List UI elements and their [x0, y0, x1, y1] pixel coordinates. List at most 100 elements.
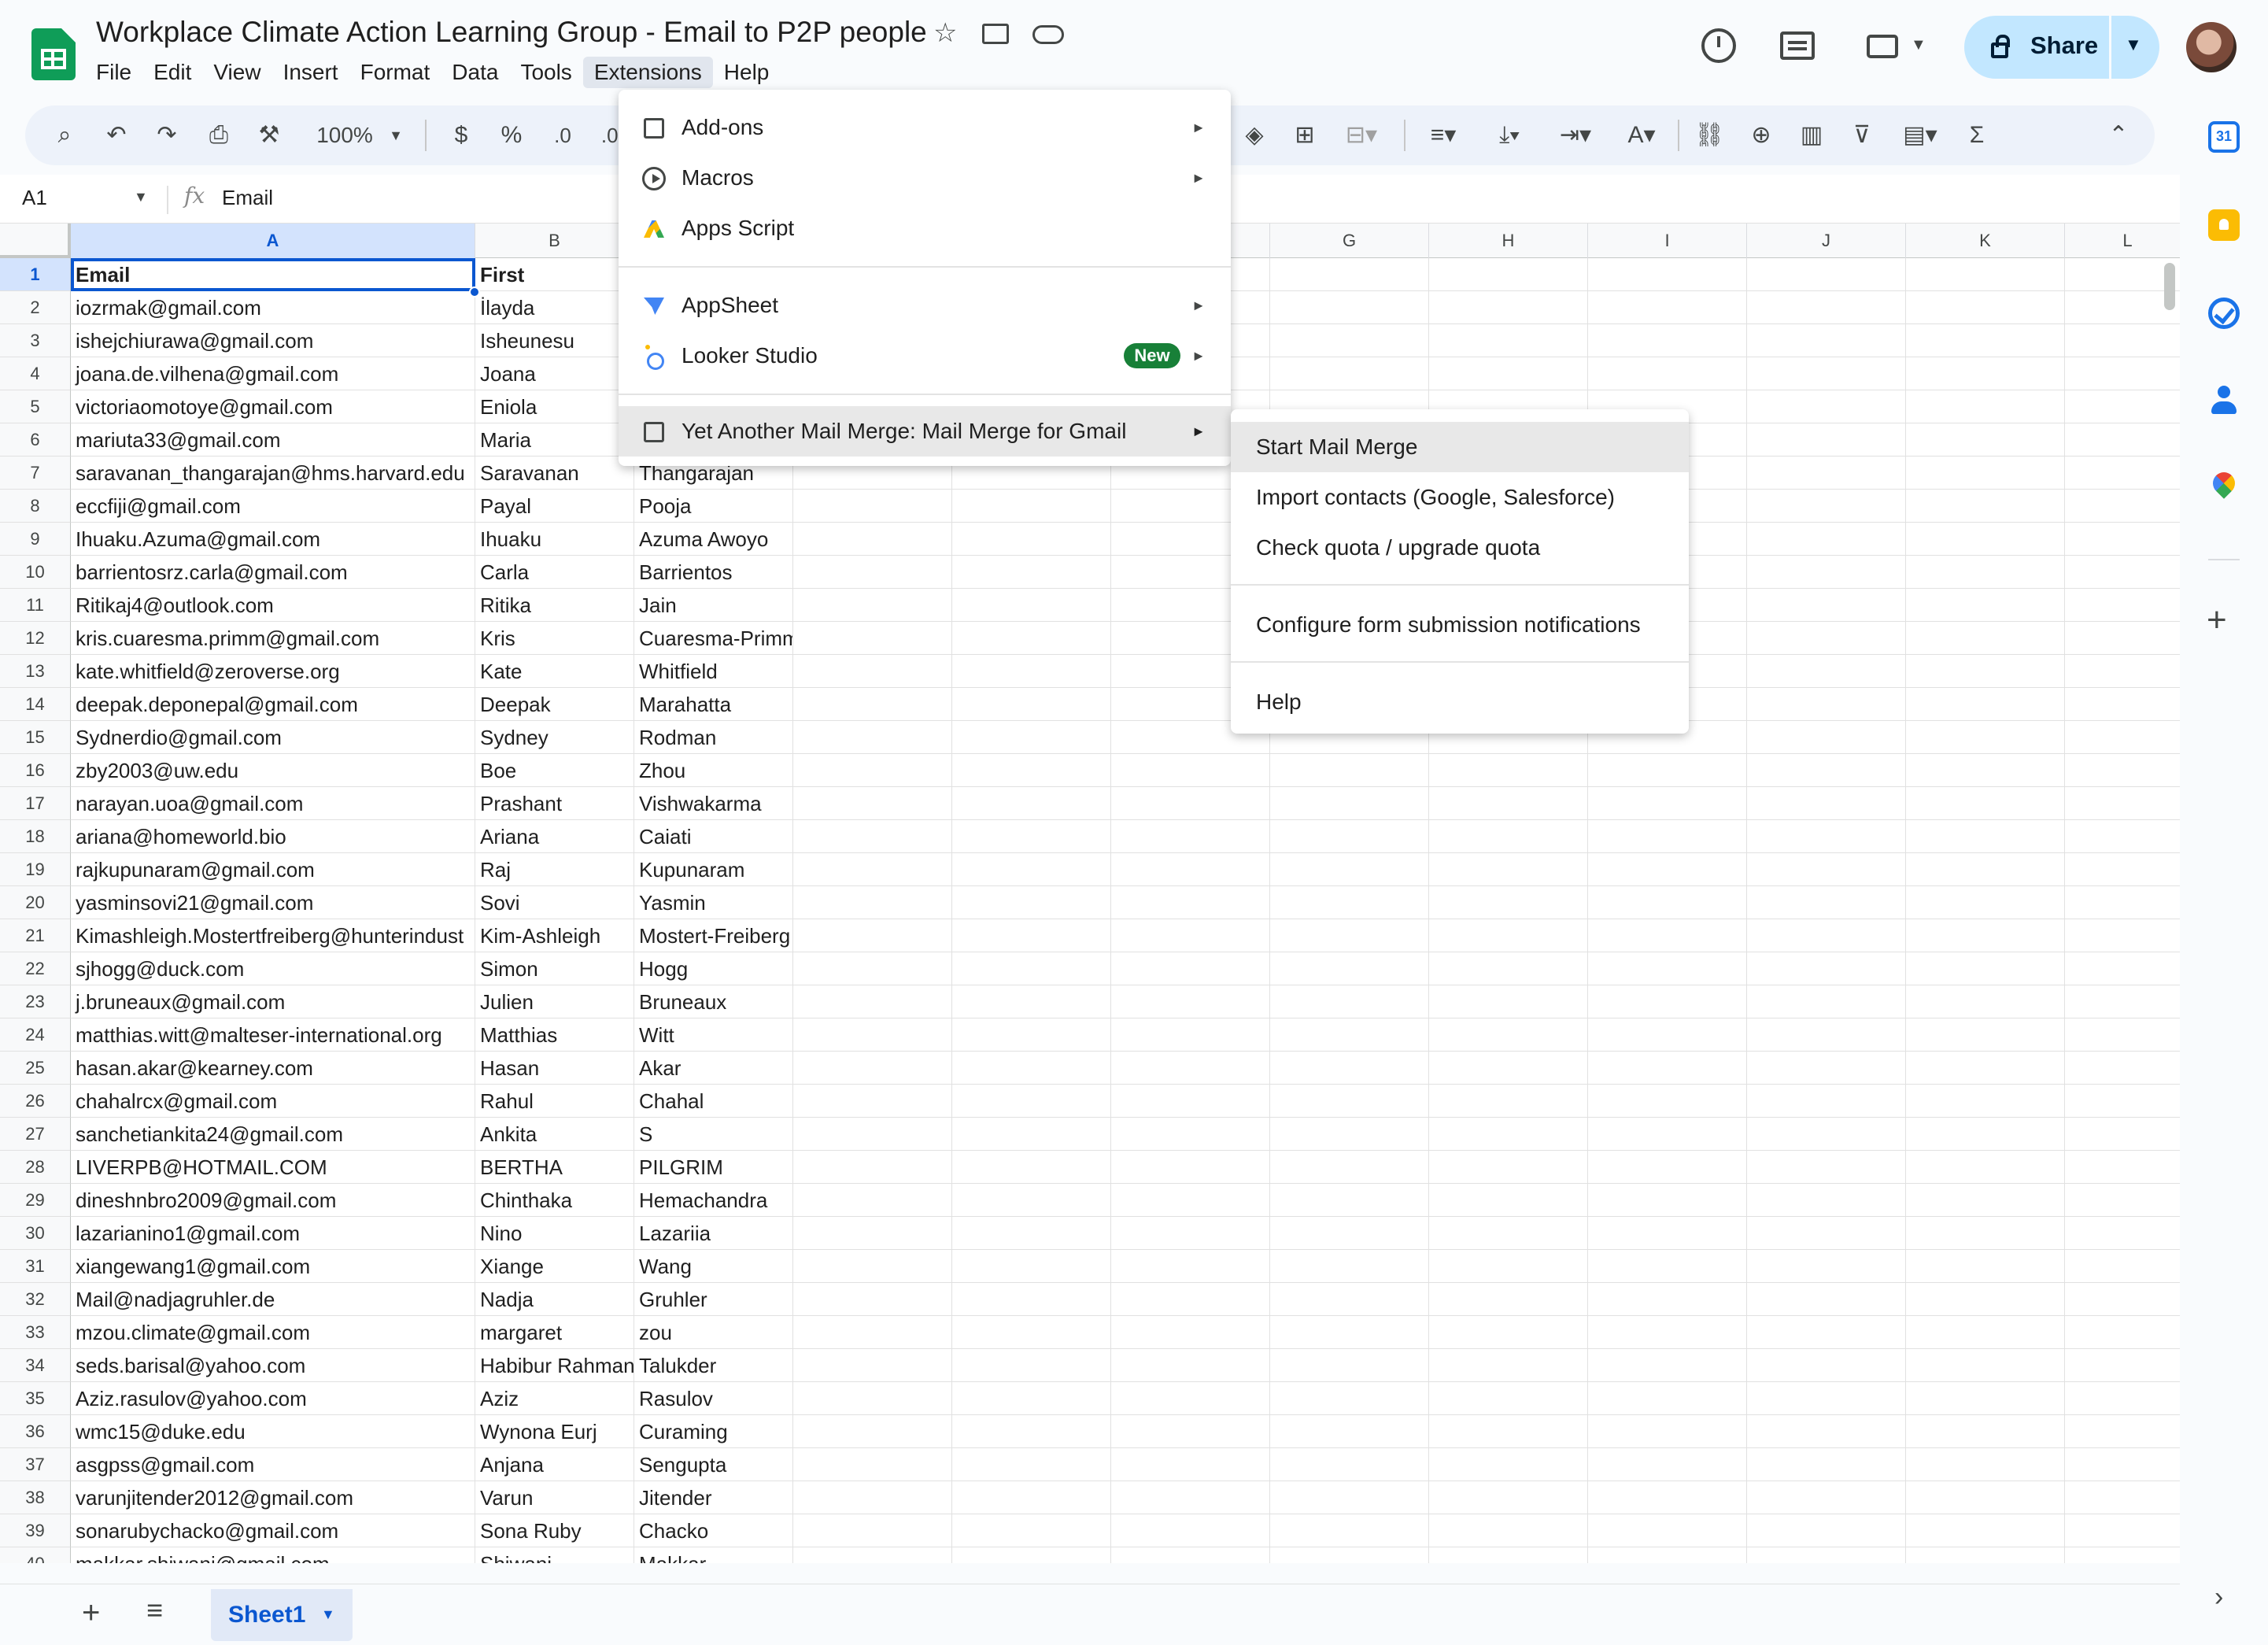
cell-g2[interactable]	[1270, 291, 1429, 324]
cell-a8[interactable]: eccfiji@gmail.com	[71, 490, 475, 523]
cell-a12[interactable]: kris.cuaresma.primm@gmail.com	[71, 622, 475, 655]
menu-format[interactable]: Format	[349, 57, 441, 88]
cell-h3[interactable]	[1429, 324, 1588, 357]
cell-j7[interactable]	[1747, 457, 1906, 490]
cell-e23[interactable]	[952, 985, 1111, 1018]
print-icon[interactable]: ⎙	[203, 118, 235, 153]
cell-d22[interactable]	[793, 952, 952, 985]
cell-k1[interactable]	[1906, 258, 2065, 291]
cell-k7[interactable]	[1906, 457, 2065, 490]
cell-f26[interactable]	[1111, 1085, 1270, 1118]
cell-d31[interactable]	[793, 1250, 952, 1283]
cell-k9[interactable]	[1906, 523, 2065, 556]
row-header-10[interactable]: 10	[0, 556, 71, 589]
paint-format-icon[interactable]: ⚒	[253, 118, 285, 153]
cell-k14[interactable]	[1906, 688, 2065, 721]
cell-k29[interactable]	[1906, 1184, 2065, 1217]
cell-f22[interactable]	[1111, 952, 1270, 985]
cell-h22[interactable]	[1429, 952, 1588, 985]
menu-item-yamm[interactable]: Yet Another Mail Merge: Mail Merge for G…	[619, 406, 1231, 457]
cell-i26[interactable]	[1588, 1085, 1747, 1118]
cell-d35[interactable]	[793, 1382, 952, 1415]
cell-k15[interactable]	[1906, 721, 2065, 754]
cell-j12[interactable]	[1747, 622, 1906, 655]
cell-g30[interactable]	[1270, 1217, 1429, 1250]
cell-e36[interactable]	[952, 1415, 1111, 1448]
cell-l27[interactable]	[2065, 1118, 2180, 1151]
cell-b22[interactable]: Simon	[475, 952, 634, 985]
cell-i35[interactable]	[1588, 1382, 1747, 1415]
cell-c26[interactable]: Chahal	[634, 1085, 793, 1118]
menu-item-yamm-help[interactable]: Help	[1231, 677, 1689, 727]
cell-d34[interactable]	[793, 1349, 952, 1382]
row-header-27[interactable]: 27	[0, 1118, 71, 1151]
row-header-15[interactable]: 15	[0, 721, 71, 754]
cell-i4[interactable]	[1588, 357, 1747, 390]
menu-extensions[interactable]: Extensions	[582, 57, 713, 88]
cell-f34[interactable]	[1111, 1349, 1270, 1382]
cell-g39[interactable]	[1270, 1514, 1429, 1547]
cell-b6[interactable]: Maria	[475, 423, 634, 457]
cell-e30[interactable]	[952, 1217, 1111, 1250]
cell-l24[interactable]	[2065, 1018, 2180, 1052]
cell-l40[interactable]	[2065, 1547, 2180, 1563]
cell-f36[interactable]	[1111, 1415, 1270, 1448]
cell-h23[interactable]	[1429, 985, 1588, 1018]
cell-a25[interactable]: hasan.akar@kearney.com	[71, 1052, 475, 1085]
cell-l30[interactable]	[2065, 1217, 2180, 1250]
cell-l33[interactable]	[2065, 1316, 2180, 1349]
cell-d30[interactable]	[793, 1217, 952, 1250]
cell-h30[interactable]	[1429, 1217, 1588, 1250]
cell-f19[interactable]	[1111, 853, 1270, 886]
cell-a2[interactable]: iozrmak@gmail.com	[71, 291, 475, 324]
cell-h20[interactable]	[1429, 886, 1588, 919]
cell-c36[interactable]: Curaming	[634, 1415, 793, 1448]
cell-j22[interactable]	[1747, 952, 1906, 985]
cell-k32[interactable]	[1906, 1283, 2065, 1316]
get-addons-icon[interactable]: +	[2207, 603, 2227, 638]
row-header-12[interactable]: 12	[0, 622, 71, 655]
cell-h28[interactable]	[1429, 1151, 1588, 1184]
menu-item-addons[interactable]: Add-ons ►	[619, 102, 1231, 153]
cell-c19[interactable]: Kupunaram	[634, 853, 793, 886]
cell-h39[interactable]	[1429, 1514, 1588, 1547]
meet-caret-icon[interactable]: ▼	[1911, 36, 1926, 54]
cell-e18[interactable]	[952, 820, 1111, 853]
cell-d38[interactable]	[793, 1481, 952, 1514]
row-header-40[interactable]: 40	[0, 1547, 71, 1563]
cell-e29[interactable]	[952, 1184, 1111, 1217]
cell-j35[interactable]	[1747, 1382, 1906, 1415]
cell-c16[interactable]: Zhou	[634, 754, 793, 787]
cell-e8[interactable]	[952, 490, 1111, 523]
cell-a10[interactable]: barrientosrz.carla@gmail.com	[71, 556, 475, 589]
keep-icon[interactable]	[2208, 209, 2240, 241]
cell-l5[interactable]	[2065, 390, 2180, 423]
cell-h26[interactable]	[1429, 1085, 1588, 1118]
cell-e35[interactable]	[952, 1382, 1111, 1415]
cell-d32[interactable]	[793, 1283, 952, 1316]
cell-g35[interactable]	[1270, 1382, 1429, 1415]
cell-l38[interactable]	[2065, 1481, 2180, 1514]
name-box[interactable]: A1	[22, 186, 47, 210]
cell-j24[interactable]	[1747, 1018, 1906, 1052]
cell-a22[interactable]: sjhogg@duck.com	[71, 952, 475, 985]
row-header-33[interactable]: 33	[0, 1316, 71, 1349]
cell-g24[interactable]	[1270, 1018, 1429, 1052]
row-header-34[interactable]: 34	[0, 1349, 71, 1382]
cell-b12[interactable]: Kris	[475, 622, 634, 655]
row-header-35[interactable]: 35	[0, 1382, 71, 1415]
column-header-i[interactable]: I	[1588, 224, 1747, 258]
cell-f35[interactable]	[1111, 1382, 1270, 1415]
cell-g4[interactable]	[1270, 357, 1429, 390]
cell-b11[interactable]: Ritika	[475, 589, 634, 622]
cell-i1[interactable]	[1588, 258, 1747, 291]
cell-g20[interactable]	[1270, 886, 1429, 919]
cell-d33[interactable]	[793, 1316, 952, 1349]
cell-f40[interactable]	[1111, 1547, 1270, 1563]
cell-d10[interactable]	[793, 556, 952, 589]
row-header-21[interactable]: 21	[0, 919, 71, 952]
functions-button[interactable]: Σ	[1961, 118, 1993, 153]
cell-i2[interactable]	[1588, 291, 1747, 324]
cell-a28[interactable]: LIVERPB@HOTMAIL.COM	[71, 1151, 475, 1184]
borders-icon[interactable]: ⊞	[1289, 118, 1321, 153]
